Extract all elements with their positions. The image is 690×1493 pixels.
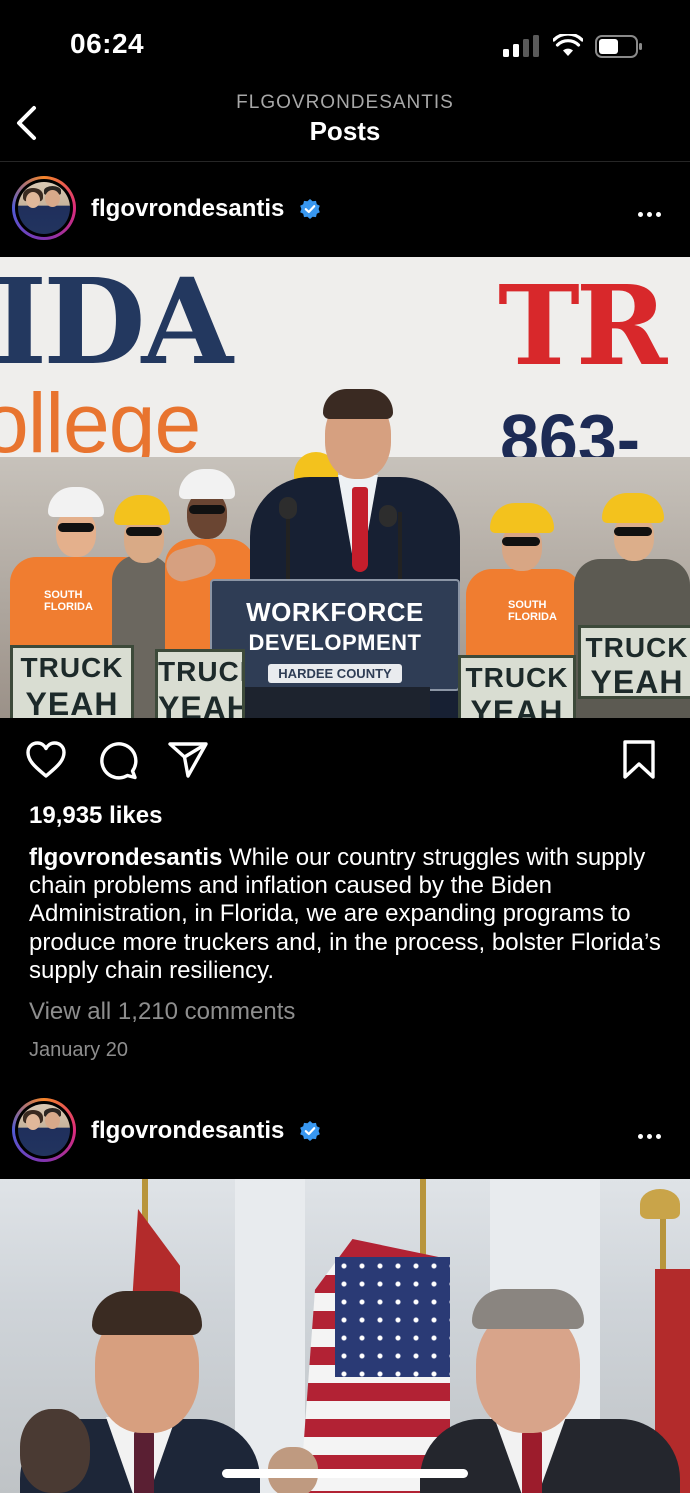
truck-yeah-sign: TRUCK YEAH (10, 645, 134, 718)
avatar[interactable] (12, 1098, 76, 1162)
podium-line-3: HARDEE COUNTY (268, 664, 402, 683)
podium-sign: WORKFORCE DEVELOPMENT HARDEE COUNTY (210, 579, 460, 691)
nav-divider (0, 161, 690, 162)
shirt-logo: SOUTH FLORIDA (508, 599, 557, 623)
verified-badge-icon (300, 1121, 320, 1141)
truck-yeah-sign: TRUCK YEAH (155, 649, 245, 718)
battery-icon (595, 35, 642, 58)
home-indicator[interactable] (222, 1469, 468, 1478)
status-time: 06:24 (70, 28, 145, 59)
likes-count[interactable]: 19,935 likes (29, 802, 162, 830)
heart-icon[interactable] (24, 738, 68, 782)
caption-username[interactable]: flgovrondesantis (29, 844, 222, 871)
avatar[interactable] (12, 176, 76, 240)
microphone (279, 497, 297, 519)
banner-text-right: TR (498, 261, 667, 390)
post-image[interactable]: IDA ollege TR 863- SOUTH FLORIDA SOUTH F… (0, 257, 690, 718)
bookmark-icon[interactable] (617, 738, 661, 782)
paper-plane-icon[interactable] (166, 738, 210, 782)
page-title: Posts (309, 116, 381, 146)
account-name-header: FLGOVRONDESANTIS (236, 92, 454, 113)
comment-icon[interactable] (96, 738, 140, 782)
podium-line-2: DEVELOPMENT (248, 630, 422, 655)
post-username[interactable]: flgovrondesantis (91, 1117, 284, 1145)
truck-yeah-sign: TRUCK YEAH (458, 655, 576, 718)
shirt-logo: SOUTH FLORIDA (44, 589, 93, 613)
truck-yeah-sign: TRUCK YEAH (578, 625, 690, 699)
verified-badge-icon (300, 199, 320, 219)
microphone (379, 505, 397, 527)
post-date: January 20 (29, 1039, 128, 1061)
view-comments-link[interactable]: View all 1,210 comments (29, 998, 295, 1026)
more-options-icon[interactable] (638, 204, 666, 217)
post-caption: flgovrondesantis While our country strug… (29, 844, 669, 985)
eagle-finial (640, 1189, 680, 1219)
post-username[interactable]: flgovrondesantis (91, 195, 284, 223)
wifi-icon (553, 34, 583, 56)
banner-text-left: IDA (0, 257, 233, 391)
cellular-signal-icon (503, 35, 539, 57)
more-options-icon[interactable] (638, 1126, 666, 1139)
podium-line-1: WORKFORCE (246, 597, 424, 627)
post-image[interactable] (0, 1179, 690, 1493)
